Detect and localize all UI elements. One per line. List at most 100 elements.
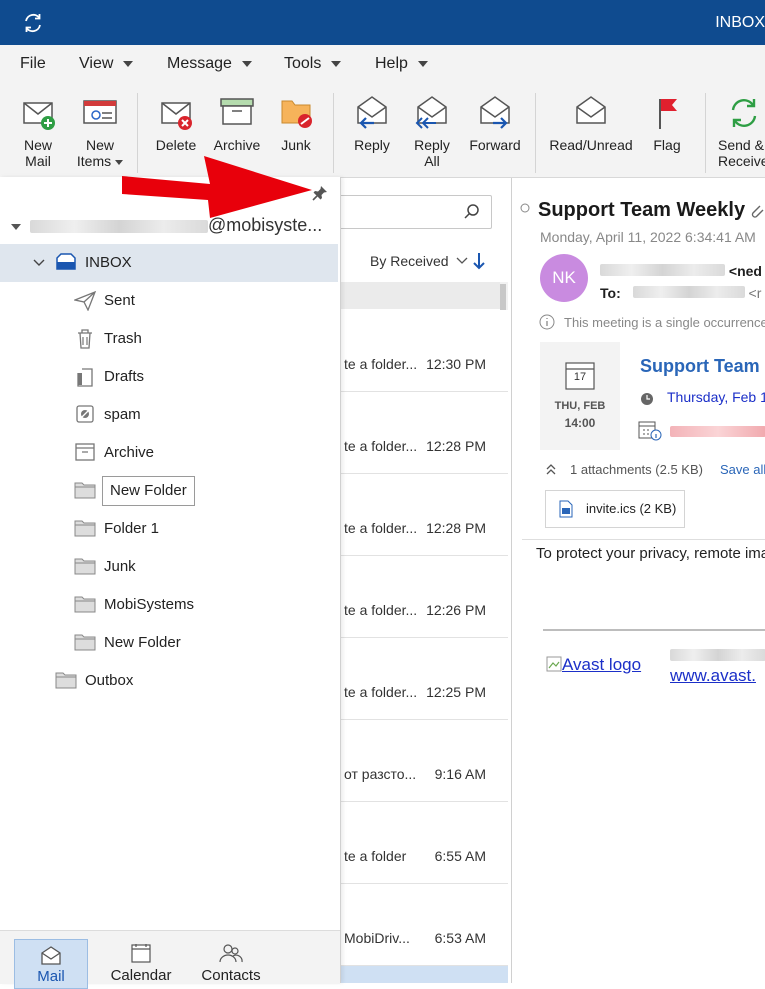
message-row[interactable]: te a folder... 12:26 PM (340, 556, 508, 638)
junk-button[interactable]: Junk (272, 93, 320, 153)
new-mail-button[interactable]: New Mail (14, 93, 62, 169)
rename-folder-input[interactable]: New Folder (102, 476, 195, 506)
message-date: Monday, April 11, 2022 6:34:41 AM (540, 229, 756, 245)
folder-new-folder[interactable]: New Folder (0, 624, 338, 662)
folder-icon (55, 672, 77, 689)
paperclip-icon (751, 205, 764, 218)
info-icon (539, 314, 555, 330)
ics-file-icon (559, 500, 573, 518)
sync-icon[interactable] (22, 12, 44, 34)
archive-button[interactable]: Archive (210, 93, 264, 153)
recipients: To: <r (600, 285, 762, 301)
message-subject: Support Team Weekly (538, 199, 746, 221)
reply-icon (357, 96, 387, 129)
send-icon (74, 291, 96, 311)
menu-message[interactable]: Message (167, 55, 252, 73)
search-icon[interactable] (463, 203, 481, 221)
calendar-info-icon (638, 421, 662, 441)
meeting-details: Support Team Thursday, Feb 1 (620, 342, 765, 450)
divider (522, 539, 765, 540)
avast-link[interactable]: www.avast. (670, 666, 756, 686)
reply-all-button[interactable]: Reply All (408, 93, 456, 169)
folder-sent[interactable]: Sent (0, 282, 338, 320)
sender: <ned (600, 263, 762, 279)
archive-icon (75, 443, 95, 461)
avast-logo-link[interactable]: Avast logo (546, 655, 641, 675)
contacts-icon (219, 944, 243, 963)
redacted-location (670, 426, 765, 437)
reply-button[interactable]: Reply (348, 93, 396, 153)
folder-spam[interactable]: spam (0, 396, 338, 434)
collapse-icon[interactable] (544, 463, 558, 477)
selected-message-row[interactable] (340, 966, 508, 983)
sort-direction-icon[interactable] (472, 251, 486, 271)
archive-icon (220, 98, 254, 125)
reply-all-icon (415, 96, 447, 129)
save-all-link[interactable]: Save all (720, 462, 765, 477)
folder-trash[interactable]: Trash (0, 320, 338, 358)
chevron-down-icon[interactable] (10, 222, 22, 232)
folder-drafts[interactable]: Drafts (0, 358, 338, 396)
folder-archive[interactable]: Archive (0, 434, 338, 472)
folder-panel: @mobisyste... INBOX Sent Trash Drafts sp… (0, 177, 341, 983)
title-bar: INBOX (0, 0, 765, 45)
meeting-note: This meeting is a single occurrence (564, 315, 765, 330)
message-row[interactable]: te a folder... 12:28 PM (340, 474, 508, 556)
ribbon-separator (705, 93, 706, 173)
new-items-icon (83, 100, 117, 124)
message-row[interactable]: te a folder... 12:30 PM (340, 310, 508, 392)
folder-folder-1[interactable]: Folder 1 (0, 510, 338, 548)
attachments-summary: 1 attachments (2.5 KB) (570, 462, 703, 477)
privacy-notice: To protect your privacy, remote ima (536, 545, 765, 562)
redacted-text (670, 649, 765, 661)
folder-outbox[interactable]: Outbox (0, 662, 338, 700)
folder-icon (74, 482, 96, 499)
read-unread-button[interactable]: Read/Unread (548, 93, 634, 153)
nav-mail[interactable]: Mail (14, 939, 88, 989)
chevron-down-icon (457, 257, 468, 264)
menu-help[interactable]: Help (375, 55, 428, 73)
message-row[interactable]: от разсто... 9:16 AM (340, 720, 508, 802)
unread-dot-icon[interactable] (520, 203, 530, 213)
folder-icon (74, 596, 96, 613)
menu-view[interactable]: View (79, 55, 134, 73)
menu-file[interactable]: File (20, 55, 46, 73)
chevron-down-icon[interactable] (33, 259, 45, 267)
avatar: NK (540, 254, 588, 302)
attachment-item[interactable]: invite.ics (2 KB) (545, 490, 685, 528)
flag-button[interactable]: Flag (646, 93, 688, 153)
message-row[interactable]: te a folder... 12:28 PM (340, 392, 508, 474)
folder-inbox[interactable]: INBOX (0, 244, 338, 282)
delete-icon (161, 102, 192, 130)
flag-icon (659, 99, 677, 129)
meeting-title[interactable]: Support Team (640, 356, 760, 377)
trash-icon (78, 329, 92, 349)
message-row[interactable]: MobiDriv... 6:53 AM (340, 884, 508, 966)
message-row[interactable]: te a folder 6:55 AM (340, 802, 508, 884)
folder-junk[interactable]: Junk (0, 548, 338, 586)
send-receive-button[interactable]: Send & Receive (718, 93, 765, 169)
forward-button[interactable]: Forward (466, 93, 524, 153)
sort-dropdown[interactable]: By Received (370, 253, 468, 269)
message-row[interactable]: te a folder... 12:25 PM (340, 638, 508, 720)
nav-contacts[interactable]: Contacts (194, 939, 268, 984)
annotation-arrow-icon (122, 156, 312, 218)
folder-icon (74, 558, 96, 575)
inbox-icon (56, 253, 76, 270)
nav-calendar[interactable]: Calendar (102, 939, 180, 984)
redacted-sender (600, 264, 725, 276)
redacted-recipient (632, 286, 745, 298)
menu-tools[interactable]: Tools (284, 55, 342, 73)
drafts-icon (77, 368, 93, 387)
delete-button[interactable]: Delete (150, 93, 202, 153)
reading-pane: Support Team Weekly Monday, April 11, 20… (511, 178, 765, 983)
meeting-when[interactable]: Thursday, Feb 1 (667, 389, 765, 405)
junk-folder-icon (281, 100, 312, 128)
read-unread-icon (576, 96, 606, 124)
ribbon-separator (333, 93, 334, 173)
folder-icon (74, 520, 96, 537)
chevron-down-icon (331, 60, 342, 67)
folder-mobisystems[interactable]: MobiSystems (0, 586, 338, 624)
folder-new-folder-rename[interactable]: New Folder (0, 472, 338, 510)
mail-icon (41, 946, 61, 965)
